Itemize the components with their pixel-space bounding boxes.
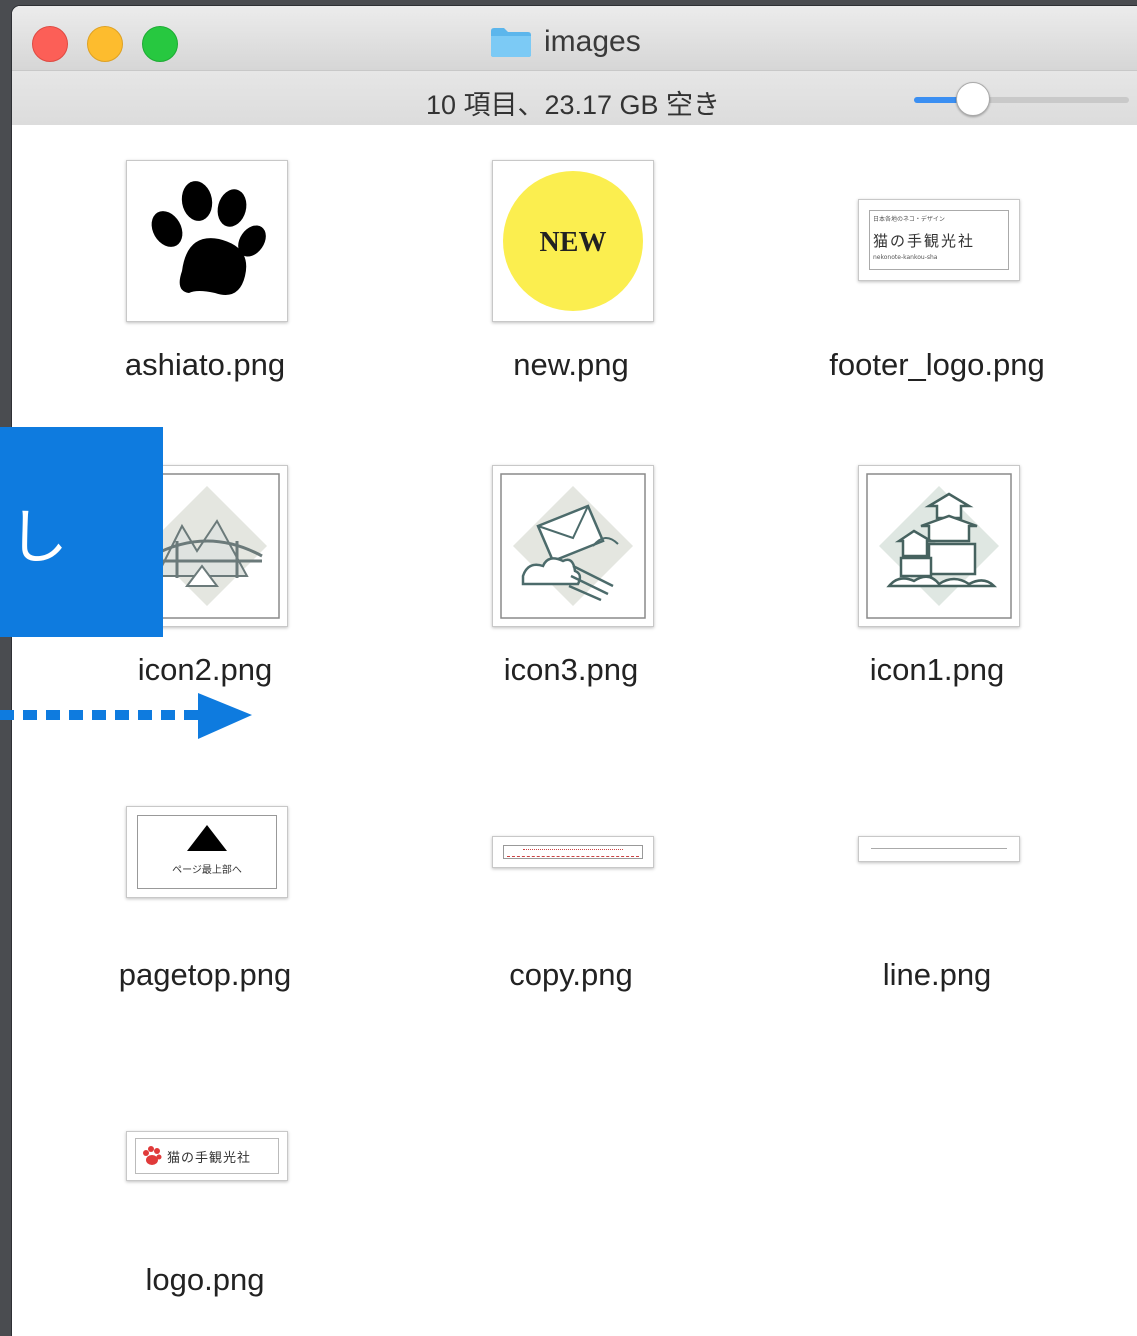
file-name: logo.png <box>145 1262 265 1297</box>
footer-logo-subtitle: 日本各地のネコ・デザイン <box>873 216 945 223</box>
window-title-text: images <box>544 25 641 58</box>
file-name: icon3.png <box>503 652 639 687</box>
window-title: images <box>490 22 641 62</box>
dotted-arrow-icon <box>0 693 252 739</box>
logo-thumbnail: 猫の手観光社 <box>126 1131 288 1181</box>
file-name: icon2.png <box>137 652 273 687</box>
mail-clouds-icon <box>492 465 654 627</box>
zoom-button[interactable] <box>142 26 178 62</box>
pagetop-arrow-icon: ページ最上部へ <box>126 806 288 898</box>
icon-size-slider[interactable] <box>914 82 1129 116</box>
castle-icon <box>858 465 1020 627</box>
overlay-annotation-box: し <box>0 427 163 637</box>
paw-logo-icon <box>143 1146 162 1165</box>
file-name: ashiato.png <box>124 347 286 382</box>
copy-strip-thumbnail <box>492 836 654 868</box>
icon-size-slider-knob[interactable] <box>956 82 991 116</box>
footer-logo-thumbnail: 日本各地のネコ・デザイン 猫の手観光社 nekonote-kankou-sha <box>858 199 1020 281</box>
file-name: new.png <box>513 347 629 382</box>
paw-print-icon <box>126 160 288 322</box>
status-bar: 10 項目、23.17 GB 空き <box>12 70 1137 126</box>
file-name: icon1.png <box>869 652 1005 687</box>
folder-icon <box>491 28 531 57</box>
title-bar[interactable]: images <box>12 6 1137 70</box>
pagetop-thumb-text: ページ最上部へ <box>172 865 242 876</box>
footer-logo-title: 猫の手観光社 <box>873 232 976 250</box>
close-button[interactable] <box>32 26 68 62</box>
logo-thumb-text: 猫の手観光社 <box>167 1151 252 1166</box>
new-badge-text: NEW <box>540 227 607 258</box>
new-badge-icon: NEW <box>492 160 654 322</box>
file-name: copy.png <box>509 957 633 992</box>
finder-window: images 10 項目、23.17 GB 空き ashiato.png NEW… <box>12 6 1137 1336</box>
minimize-button[interactable] <box>87 26 123 62</box>
file-name: line.png <box>882 957 992 992</box>
line-strip-thumbnail <box>858 836 1020 862</box>
footer-logo-romaji: nekonote-kankou-sha <box>873 254 938 261</box>
overlay-annotation-text: し <box>8 503 68 571</box>
file-name: pagetop.png <box>118 957 292 992</box>
file-name: footer_logo.png <box>829 347 1045 382</box>
